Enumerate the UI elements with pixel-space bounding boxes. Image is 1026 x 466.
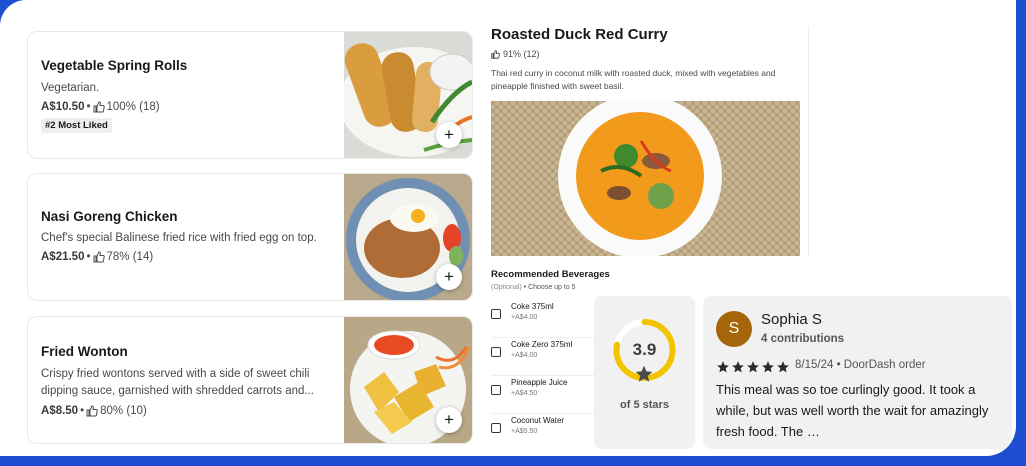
beverage-option[interactable]: Coconut Water +A$5.50 — [491, 416, 601, 452]
item-detail-panel: Roasted Duck Red Curry 91% (12) Thai red… — [491, 26, 809, 435]
thumbs-up-icon — [86, 404, 98, 416]
beverages-choose: Choose up to 5 — [528, 284, 576, 291]
item-photo-nasi-goreng: + — [344, 174, 472, 300]
reviewer-contributions: 4 contributions — [761, 333, 845, 345]
menu-item-card[interactable]: Nasi Goreng Chicken Chef's special Balin… — [27, 173, 473, 301]
item-meta: A$8.50 • 80% (10) — [41, 405, 332, 417]
item-rating: 78% (14) — [106, 251, 154, 264]
add-item-button[interactable]: + — [436, 264, 462, 290]
item-description: Vegetarian. — [41, 82, 100, 94]
thumbs-up-icon — [93, 101, 105, 113]
beverage-option[interactable]: Coke Zero 375ml +A$4.00 — [491, 340, 601, 376]
beverage-option[interactable]: Coke 375ml +A$4.00 — [491, 302, 601, 338]
review-card: S Sophia S 4 contributions 8/15/24 • Doo… — [703, 296, 1012, 449]
thumbs-up-icon — [491, 49, 500, 59]
item-rating: 80% (10) — [100, 404, 147, 417]
beverage-price: +A$5.50 — [511, 428, 538, 435]
star-icon — [762, 361, 774, 373]
thumbs-up-icon — [93, 251, 105, 263]
beverage-checkbox[interactable] — [491, 309, 501, 319]
item-name: Vegetable Spring Rolls — [41, 58, 188, 73]
review-date: 8/15/24 • DoorDash order — [795, 359, 926, 371]
menu-item-card[interactable]: Fried Wonton Crispy fried wontons served… — [27, 316, 473, 444]
rating-scale-label: of 5 stars — [620, 399, 669, 411]
panel-divider — [808, 26, 809, 256]
beverage-name: Pineapple Juice — [511, 378, 568, 387]
detail-photo-red-curry — [491, 101, 800, 256]
beverages-subtext: (Optional) • Choose up to 5 — [491, 284, 576, 291]
beverage-name: Coke Zero 375ml — [511, 340, 573, 349]
beverage-option[interactable]: Pineapple Juice +A$4.50 — [491, 378, 601, 414]
item-description: Crispy fried wontons served with a side … — [41, 368, 314, 398]
detail-title: Roasted Duck Red Curry — [491, 26, 668, 43]
detail-description: Thai red curry in coconut milk with roas… — [491, 68, 776, 92]
meta-separator: • — [86, 101, 91, 114]
add-item-button[interactable]: + — [436, 407, 462, 433]
star-icon — [777, 361, 789, 373]
item-name: Fried Wonton — [41, 344, 128, 359]
beverage-checkbox[interactable] — [491, 423, 501, 433]
meta-separator: • — [86, 251, 91, 264]
add-item-button[interactable]: + — [436, 122, 462, 148]
beverage-price: +A$4.00 — [511, 314, 538, 321]
meta-separator: • — [80, 404, 85, 417]
star-icon — [732, 361, 744, 373]
review-stars — [716, 360, 790, 374]
item-price: A$10.50 — [41, 101, 85, 114]
reviewer-name: Sophia S — [761, 311, 822, 328]
most-liked-badge: #2 Most Liked — [41, 118, 112, 134]
item-name: Nasi Goreng Chicken — [41, 209, 178, 224]
app-canvas: Vegetable Spring Rolls Vegetarian. A$10.… — [0, 0, 1016, 456]
star-icon — [635, 365, 653, 382]
star-icon — [717, 361, 729, 373]
item-photo-spring-rolls: + — [344, 32, 472, 158]
beverages-optional: (Optional) — [491, 284, 522, 291]
star-icon — [747, 361, 759, 373]
item-description: Chef's special Balinese fried rice with … — [41, 232, 317, 244]
item-meta: A$10.50 • 100% (18) — [41, 101, 332, 113]
beverage-checkbox[interactable] — [491, 385, 501, 395]
avatar: S — [716, 311, 752, 347]
detail-rating-text: 91% (12) — [503, 49, 540, 59]
beverage-checkbox[interactable] — [491, 347, 501, 357]
menu-item-card[interactable]: Vegetable Spring Rolls Vegetarian. A$10.… — [27, 31, 473, 159]
beverage-price: +A$4.00 — [511, 352, 538, 359]
beverage-price: +A$4.50 — [511, 390, 538, 397]
item-meta: A$21.50 • 78% (14) — [41, 251, 332, 263]
rating-score: 3.9 — [632, 340, 657, 359]
item-rating: 100% (18) — [106, 101, 160, 114]
beverage-name: Coconut Water — [511, 416, 565, 425]
item-price: A$8.50 — [41, 404, 79, 417]
item-photo-fried-wonton: + — [344, 317, 472, 443]
rating-summary-card: 3.9 of 5 stars — [594, 296, 695, 449]
beverage-name: Coke 375ml — [511, 302, 554, 311]
item-price: A$21.50 — [41, 251, 85, 264]
review-text: This meal was so toe curlingly good. It … — [716, 382, 989, 439]
meta-separator: • — [523, 284, 527, 291]
beverages-heading: Recommended Beverages — [491, 269, 610, 280]
detail-rating: 91% (12) — [491, 49, 809, 59]
